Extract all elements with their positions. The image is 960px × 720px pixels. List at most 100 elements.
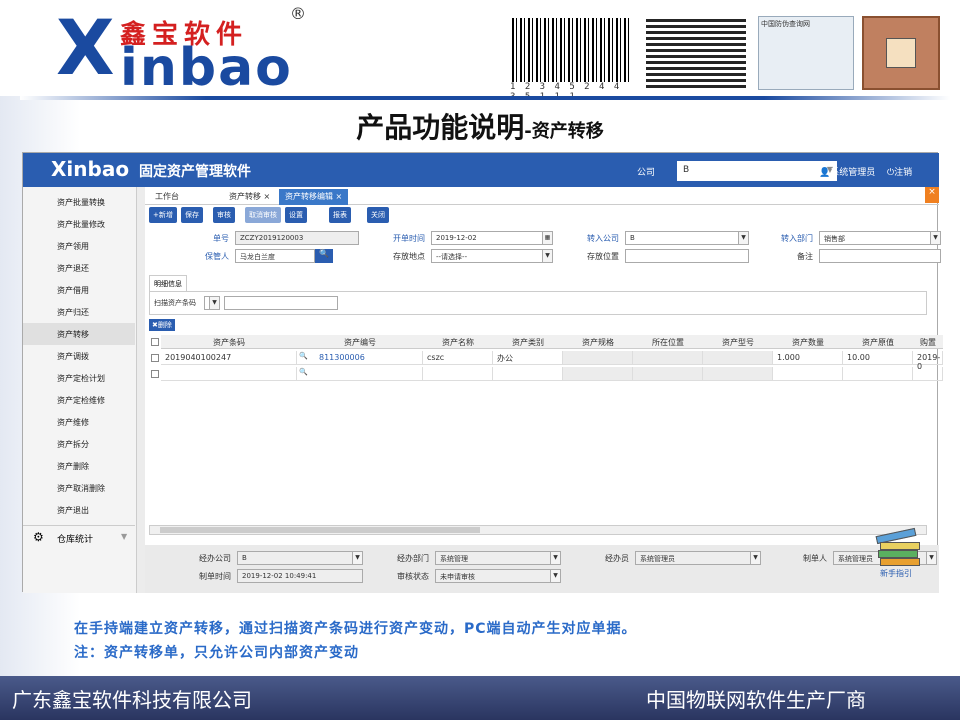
sidebar-item[interactable]: 资产批量修改 bbox=[23, 213, 135, 235]
sidebar-item[interactable]: 资产归还 bbox=[23, 301, 135, 323]
column-header[interactable]: 资产规格 bbox=[563, 335, 633, 349]
toolbar-button[interactable]: 设置 bbox=[285, 207, 307, 223]
tab-label: 工作台 bbox=[155, 192, 179, 201]
close-icon[interactable]: × bbox=[261, 192, 271, 201]
tab-label: 资产转移编辑 bbox=[285, 192, 333, 201]
doc-no-field[interactable]: ZCZY2019120003 bbox=[235, 231, 359, 245]
sidebar-footer[interactable]: ⚙ 仓库统计 ▼ bbox=[23, 525, 135, 549]
sidebar-item[interactable]: 资产转移 bbox=[23, 323, 135, 345]
location-select[interactable]: --请选择-- ▼ bbox=[431, 249, 553, 263]
chevron-down-icon: ▼ bbox=[550, 570, 560, 582]
close-icon[interactable]: × bbox=[925, 187, 939, 203]
to-company-select[interactable]: B ▼ bbox=[625, 231, 749, 245]
rfid-tag-image bbox=[862, 16, 940, 90]
close-icon[interactable]: × bbox=[333, 192, 343, 201]
title-main: 产品功能说明 bbox=[356, 111, 525, 144]
column-header[interactable]: 资产型号 bbox=[703, 335, 773, 349]
sidebar-item[interactable]: 资产借用 bbox=[23, 279, 135, 301]
grid-cell[interactable] bbox=[161, 367, 297, 381]
logout-label: 注销 bbox=[894, 168, 913, 178]
audit-label: 审核状态 bbox=[397, 572, 429, 581]
grid-cell[interactable]: 811300006 bbox=[297, 351, 423, 365]
scan-panel: 扫描资产条码 +▼ bbox=[149, 291, 927, 315]
search-icon[interactable]: 🔍 bbox=[299, 352, 308, 360]
grid-cell[interactable]: 2019040100247 bbox=[161, 351, 297, 365]
to-dept-value: 销售部 bbox=[824, 235, 845, 243]
horizontal-scrollbar[interactable] bbox=[149, 525, 927, 535]
doc-no-label: 单号 bbox=[213, 234, 229, 243]
sidebar-item[interactable]: 资产定检计划 bbox=[23, 367, 135, 389]
logout-button[interactable]: ⏻注销 bbox=[887, 165, 912, 178]
audit-select[interactable]: 未申请审核 ▼ bbox=[435, 569, 561, 583]
sidebar-item[interactable]: 资产领用 bbox=[23, 235, 135, 257]
grid-cell bbox=[703, 351, 773, 365]
sidebar-item[interactable]: 资产维修 bbox=[23, 411, 135, 433]
handler-dept-select[interactable]: 系统管理 ▼ bbox=[435, 551, 561, 565]
scan-mode-select[interactable]: +▼ bbox=[204, 296, 220, 310]
date-field[interactable]: 2019-12-02 ▦ bbox=[431, 231, 553, 245]
grid-cell bbox=[563, 351, 633, 365]
chevron-down-icon: ▼ bbox=[738, 232, 748, 244]
tab-detail[interactable]: 明细信息 bbox=[149, 275, 187, 291]
scrollbar-thumb[interactable] bbox=[160, 527, 480, 533]
column-header[interactable]: 资产编号 bbox=[297, 335, 423, 349]
date-label: 开单时间 bbox=[393, 234, 425, 243]
column-header[interactable]: 资产类别 bbox=[493, 335, 563, 349]
toolbar-button[interactable]: 审核 bbox=[213, 207, 235, 223]
toolbar-button[interactable]: 报表 bbox=[329, 207, 351, 223]
sidebar-item[interactable]: 资产定检维修 bbox=[23, 389, 135, 411]
sidebar-item[interactable]: 资产拆分 bbox=[23, 433, 135, 455]
column-header[interactable]: 资产原值 bbox=[843, 335, 913, 349]
to-dept-select[interactable]: 销售部 ▼ bbox=[819, 231, 941, 245]
column-header[interactable]: 购置 bbox=[913, 335, 943, 349]
company-value: B bbox=[683, 165, 690, 175]
calendar-icon[interactable]: ▦ bbox=[542, 232, 552, 244]
splitter[interactable] bbox=[137, 187, 145, 593]
user-name[interactable]: 👤系统管理员 bbox=[819, 165, 875, 178]
rfid-chip bbox=[886, 38, 916, 68]
guide-button[interactable]: 新手指引 bbox=[852, 527, 932, 578]
scan-input[interactable] bbox=[224, 296, 338, 310]
remark-field[interactable] bbox=[819, 249, 941, 263]
page-title: 产品功能说明-资产转移 bbox=[0, 106, 960, 146]
created-at-field: 2019-12-02 10:49:41 bbox=[237, 569, 363, 583]
company-select[interactable]: B ▼ bbox=[677, 161, 837, 181]
app-logo: Xinbao bbox=[51, 157, 130, 181]
toolbar-button[interactable]: 取消审核 bbox=[245, 207, 281, 223]
delete-button[interactable]: ✖删除 bbox=[149, 319, 175, 331]
remark-label: 备注 bbox=[797, 252, 813, 261]
toolbar-button[interactable]: +新增 bbox=[149, 207, 177, 223]
grid-cell[interactable] bbox=[297, 367, 423, 381]
position-field[interactable] bbox=[625, 249, 749, 263]
sidebar-item[interactable]: 资产退出 bbox=[23, 499, 135, 521]
search-icon[interactable]: 🔍 bbox=[299, 368, 308, 376]
handler-company-select[interactable]: B ▼ bbox=[237, 551, 363, 565]
tab-label: 资产转移 bbox=[229, 192, 261, 201]
handler-dept-label: 经办部门 bbox=[397, 554, 429, 563]
tab-item[interactable]: 工作台 bbox=[149, 189, 185, 205]
handler-select[interactable]: 系统管理员 ▼ bbox=[635, 551, 761, 565]
search-icon[interactable]: 🔍 bbox=[315, 249, 333, 263]
creator-label: 制单人 bbox=[803, 554, 827, 563]
grid-cell bbox=[633, 351, 703, 365]
column-header[interactable]: 所在位置 bbox=[633, 335, 703, 349]
grid-cell bbox=[633, 367, 703, 381]
gear-icon: ⚙ bbox=[33, 530, 44, 544]
row-checkbox[interactable] bbox=[151, 370, 159, 378]
sidebar-item[interactable]: 资产删除 bbox=[23, 455, 135, 477]
select-all-checkbox[interactable] bbox=[151, 338, 159, 346]
column-header[interactable]: 资产名称 bbox=[423, 335, 493, 349]
tab-item[interactable]: 资产转移 × bbox=[223, 189, 276, 205]
tab-item[interactable]: 资产转移编辑 × bbox=[279, 189, 349, 205]
sidebar-item[interactable]: 资产取消删除 bbox=[23, 477, 135, 499]
sidebar-item[interactable]: 资产退还 bbox=[23, 257, 135, 279]
column-header[interactable]: 资产条码 bbox=[161, 335, 297, 349]
column-header[interactable]: 资产数量 bbox=[773, 335, 843, 349]
row-checkbox[interactable] bbox=[151, 354, 159, 362]
sidebar-item[interactable]: 资产调拨 bbox=[23, 345, 135, 367]
delete-label: 删除 bbox=[157, 321, 172, 329]
sidebar-item[interactable]: 资产批量转换 bbox=[23, 191, 135, 213]
keeper-field[interactable]: 马龙白兰度 bbox=[235, 249, 315, 263]
toolbar-button[interactable]: 保存 bbox=[181, 207, 203, 223]
toolbar-button[interactable]: 关闭 bbox=[367, 207, 389, 223]
